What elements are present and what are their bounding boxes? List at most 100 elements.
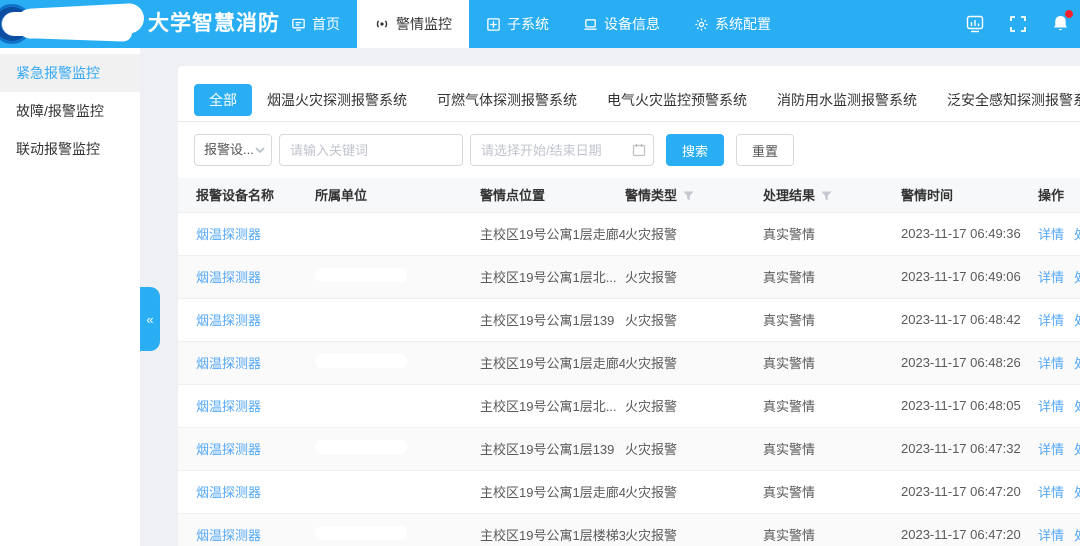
search-button[interactable]: 搜索 bbox=[666, 134, 724, 166]
handle-link[interactable]: 处理 bbox=[1074, 442, 1080, 457]
chevron-down-icon bbox=[255, 146, 265, 154]
redaction-scribble bbox=[315, 354, 407, 368]
dashboard-chart-icon[interactable] bbox=[965, 14, 985, 34]
table-row: 烟温探测器 主校区19号公寓1层走廊4 火灾报警 真实警情 2023-11-17… bbox=[178, 341, 1080, 384]
cell-type: 火灾报警 bbox=[625, 255, 763, 298]
col-location: 警情点位置 bbox=[480, 178, 625, 212]
cell-time: 2023-11-17 06:47:20 bbox=[901, 470, 1038, 513]
handle-link[interactable]: 处理 bbox=[1074, 313, 1080, 328]
col-device-name: 报警设备名称 bbox=[178, 178, 315, 212]
nav-item-label: 首页 bbox=[312, 14, 340, 34]
double-chevron-left-icon: « bbox=[146, 312, 153, 327]
device-link[interactable]: 烟温探测器 bbox=[196, 227, 261, 242]
nav-item-subsystem[interactable]: 子系统 bbox=[469, 0, 566, 48]
detail-link[interactable]: 详情 bbox=[1038, 313, 1064, 328]
device-laptop-icon bbox=[583, 17, 598, 32]
top-navbar: 大学智慧消防 首页 警情监控 bbox=[0, 0, 1080, 48]
tab-electrical-fire[interactable]: 电气火灾监控预警系统 bbox=[592, 84, 762, 116]
handle-link[interactable]: 处理 bbox=[1074, 227, 1080, 242]
reset-button[interactable]: 重置 bbox=[736, 134, 794, 166]
handle-link[interactable]: 处理 bbox=[1074, 399, 1080, 414]
alarm-type-select[interactable]: 报警设... bbox=[194, 134, 272, 166]
redaction-scribble bbox=[315, 397, 407, 411]
table-row: 烟温探测器 主校区19号公寓1层走廊4 火灾报警 真实警情 2023-11-17… bbox=[178, 470, 1080, 513]
cell-time: 2023-11-17 06:48:26 bbox=[901, 341, 1038, 384]
cell-result: 真实警情 bbox=[763, 298, 901, 341]
alarm-table: 报警设备名称 所属单位 警情点位置 警情类型 处理结果 警情时间 操作 bbox=[178, 178, 1080, 546]
select-value: 报警设... bbox=[204, 142, 254, 157]
cell-type: 火灾报警 bbox=[625, 341, 763, 384]
detail-link[interactable]: 详情 bbox=[1038, 528, 1064, 543]
cell-type: 火灾报警 bbox=[625, 298, 763, 341]
handle-link[interactable]: 处理 bbox=[1074, 356, 1080, 371]
keyword-input[interactable] bbox=[279, 134, 463, 166]
table-header-row: 报警设备名称 所属单位 警情点位置 警情类型 处理结果 警情时间 操作 bbox=[178, 178, 1080, 212]
detail-link[interactable]: 详情 bbox=[1038, 227, 1064, 242]
detail-link[interactable]: 详情 bbox=[1038, 442, 1064, 457]
detail-link[interactable]: 详情 bbox=[1038, 356, 1064, 371]
cell-time: 2023-11-17 06:49:06 bbox=[901, 255, 1038, 298]
sidebar-collapse-handle[interactable]: « bbox=[140, 287, 160, 351]
redaction-scribble bbox=[28, 20, 133, 42]
cell-result: 真实警情 bbox=[763, 384, 901, 427]
handle-link[interactable]: 处理 bbox=[1074, 485, 1080, 500]
cell-time: 2023-11-17 06:48:42 bbox=[901, 298, 1038, 341]
sidebar-item-emergency-alarm[interactable]: 紧急报警监控 bbox=[0, 54, 140, 92]
cell-type: 火灾报警 bbox=[625, 384, 763, 427]
sidebar-item-linkage-alarm[interactable]: 联动报警监控 bbox=[0, 130, 140, 168]
tab-fire-water[interactable]: 消防用水监测报警系统 bbox=[762, 84, 932, 116]
subsystem-grid-icon bbox=[486, 17, 501, 32]
col-alarm-type: 警情类型 bbox=[625, 178, 763, 212]
table-row: 烟温探测器 主校区19号公寓1层走廊4 火灾报警 真实警情 2023-11-17… bbox=[178, 212, 1080, 255]
cell-time: 2023-11-17 06:49:36 bbox=[901, 212, 1038, 255]
nav-item-device-info[interactable]: 设备信息 bbox=[566, 0, 677, 48]
detail-link[interactable]: 详情 bbox=[1038, 399, 1064, 414]
cell-location: 主校区19号公寓1层北... bbox=[480, 255, 625, 298]
device-link[interactable]: 烟温探测器 bbox=[196, 399, 261, 414]
tab-combustible-gas[interactable]: 可燃气体探测报警系统 bbox=[422, 84, 592, 116]
date-range-picker[interactable] bbox=[470, 134, 654, 166]
redaction-scribble bbox=[315, 268, 407, 282]
cell-type: 火灾报警 bbox=[625, 470, 763, 513]
filter-funnel-icon[interactable] bbox=[821, 191, 832, 201]
cell-result: 真实警情 bbox=[763, 212, 901, 255]
system-tabs: 全部 烟温火灾探测报警系统 可燃气体探测报警系统 电气火灾监控预警系统 消防用水… bbox=[194, 84, 1080, 116]
redaction-scribble bbox=[315, 526, 407, 540]
redaction-scribble bbox=[315, 483, 407, 497]
nav-item-alarm-monitor[interactable]: 警情监控 bbox=[357, 0, 469, 48]
device-link[interactable]: 烟温探测器 bbox=[196, 270, 261, 285]
gear-icon bbox=[694, 17, 709, 32]
sidebar-item-fault-alarm[interactable]: 故障/报警监控 bbox=[0, 92, 140, 130]
handle-link[interactable]: 处理 bbox=[1074, 528, 1080, 543]
home-screen-icon bbox=[291, 17, 306, 32]
tab-all[interactable]: 全部 bbox=[194, 84, 252, 116]
detail-link[interactable]: 详情 bbox=[1038, 270, 1064, 285]
device-link[interactable]: 烟温探测器 bbox=[196, 313, 261, 328]
detail-link[interactable]: 详情 bbox=[1038, 485, 1064, 500]
date-range-input[interactable] bbox=[470, 134, 654, 166]
cell-result: 真实警情 bbox=[763, 513, 901, 546]
bell-icon[interactable] bbox=[1051, 14, 1070, 34]
nav-item-home[interactable]: 首页 bbox=[274, 0, 357, 48]
device-link[interactable]: 烟温探测器 bbox=[196, 485, 261, 500]
device-link[interactable]: 烟温探测器 bbox=[196, 528, 261, 543]
cell-location: 主校区19号公寓1层楼梯3 bbox=[480, 513, 625, 546]
cell-location: 主校区19号公寓1层139 bbox=[480, 298, 625, 341]
cell-result: 真实警情 bbox=[763, 427, 901, 470]
tab-pan-safety[interactable]: 泛安全感知探测报警系统 bbox=[932, 84, 1080, 116]
main-content: 全部 烟温火灾探测报警系统 可燃气体探测报警系统 电气火灾监控预警系统 消防用水… bbox=[140, 48, 1080, 546]
nav-item-system-config[interactable]: 系统配置 bbox=[677, 0, 788, 48]
handle-link[interactable]: 处理 bbox=[1074, 270, 1080, 285]
table-row: 烟温探测器 主校区19号公寓1层139 火灾报警 真实警情 2023-11-17… bbox=[178, 427, 1080, 470]
device-link[interactable]: 烟温探测器 bbox=[196, 442, 261, 457]
filter-funnel-icon[interactable] bbox=[683, 191, 694, 201]
col-time: 警情时间 bbox=[901, 178, 1038, 212]
fullscreen-icon[interactable] bbox=[1009, 15, 1027, 33]
tab-smoke-temp-fire[interactable]: 烟温火灾探测报警系统 bbox=[252, 84, 422, 116]
tabs-divider bbox=[178, 121, 1080, 122]
calendar-icon bbox=[632, 143, 646, 157]
cell-result: 真实警情 bbox=[763, 341, 901, 384]
redaction-scribble bbox=[315, 311, 407, 325]
device-link[interactable]: 烟温探测器 bbox=[196, 356, 261, 371]
app-window: 大学智慧消防 首页 警情监控 bbox=[0, 0, 1080, 546]
